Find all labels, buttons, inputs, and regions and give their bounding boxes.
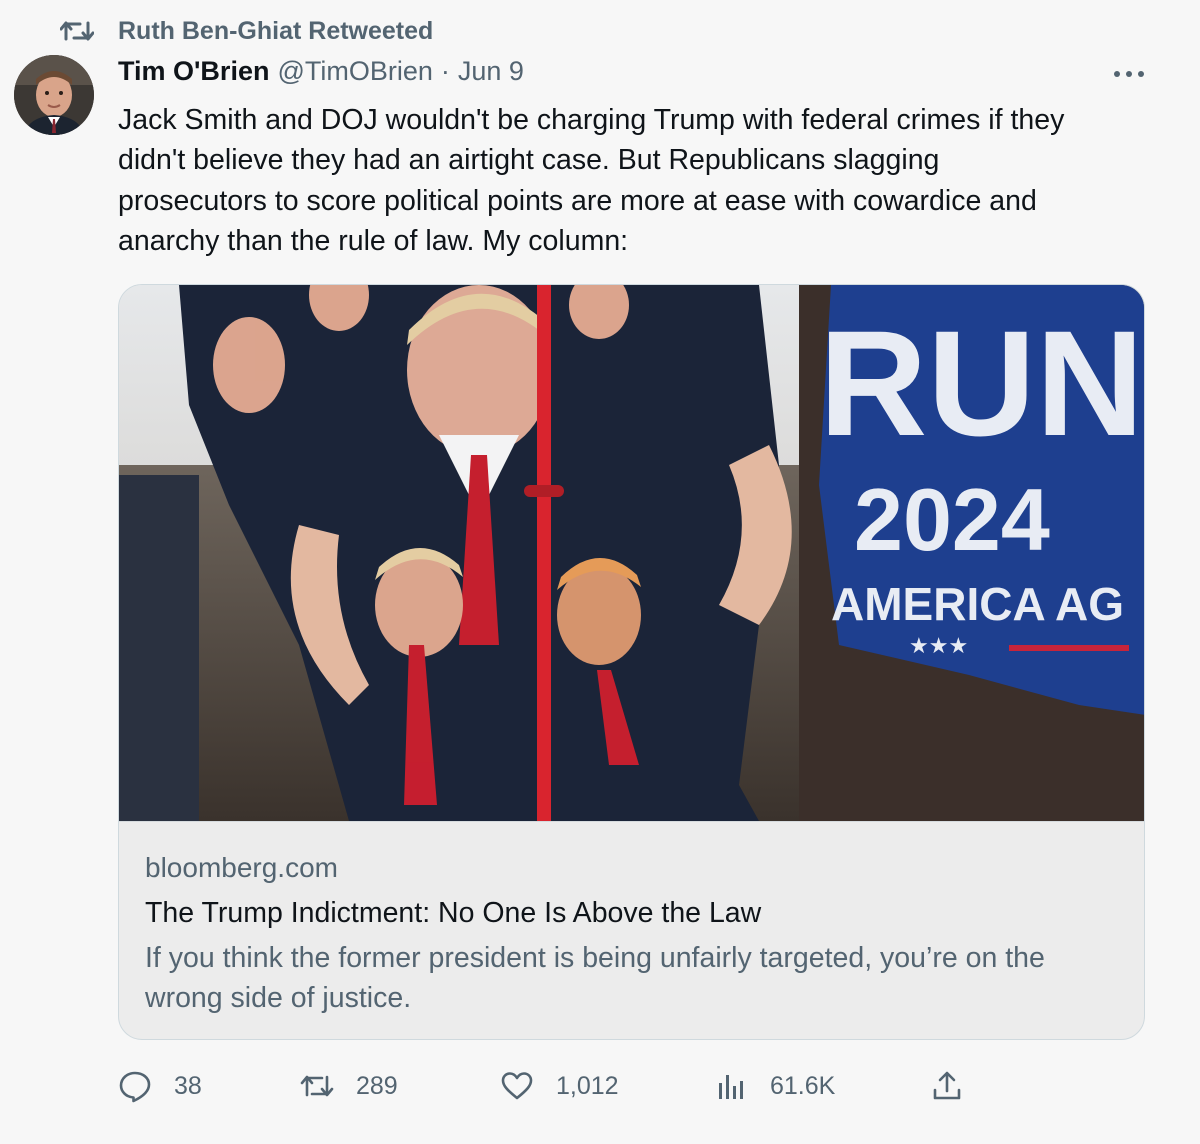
card-description: If you think the former president is bei… bbox=[145, 942, 1045, 1014]
share-icon bbox=[933, 1071, 961, 1100]
tweet-date[interactable]: Jun 9 bbox=[458, 56, 524, 87]
views-count: 61.6K bbox=[770, 1071, 836, 1100]
card-image[interactable]: RUN 2024 AMERICA AG ★★★ bbox=[119, 285, 1144, 821]
retweet-banner[interactable]: Ruth Ben-Ghiat Retweeted bbox=[60, 14, 433, 48]
author-name[interactable]: Tim O'Brien bbox=[118, 56, 269, 87]
reply-button[interactable]: 38 bbox=[118, 1066, 202, 1106]
more-icon[interactable] bbox=[1114, 62, 1144, 86]
retweet-icon bbox=[60, 21, 94, 41]
retweet-button[interactable]: 289 bbox=[300, 1066, 398, 1106]
flag-text-bottom: AMERICA AG bbox=[831, 578, 1124, 630]
card-title: The Trump Indictment: No One Is Above th… bbox=[145, 897, 762, 929]
avatar[interactable] bbox=[14, 55, 94, 135]
like-count: 1,012 bbox=[556, 1071, 619, 1100]
flag-text-year: 2024 bbox=[854, 470, 1050, 569]
tweet-header: Tim O'Brien @TimOBrien · Jun 9 bbox=[118, 56, 524, 94]
like-button[interactable]: 1,012 bbox=[500, 1066, 619, 1106]
reply-icon bbox=[119, 1071, 151, 1103]
flag-text-top: RUN bbox=[819, 299, 1144, 467]
views-icon bbox=[719, 1075, 743, 1099]
action-bar: 38 289 1,012 61.6K bbox=[118, 1066, 978, 1106]
card-domain: bloomberg.com bbox=[145, 852, 338, 883]
retweet-count: 289 bbox=[356, 1071, 398, 1100]
heart-icon bbox=[501, 1072, 533, 1100]
link-card[interactable]: RUN 2024 AMERICA AG ★★★ bloomberg.com Th… bbox=[118, 284, 1145, 1040]
author-handle[interactable]: @TimOBrien bbox=[277, 56, 432, 87]
retweet-icon bbox=[300, 1075, 334, 1097]
separator-dot: · bbox=[440, 56, 450, 86]
reply-count: 38 bbox=[174, 1071, 202, 1100]
card-body[interactable]: bloomberg.com The Trump Indictment: No O… bbox=[119, 821, 1144, 1039]
retweet-banner-label: Ruth Ben-Ghiat Retweeted bbox=[118, 16, 434, 45]
svg-text:★★★: ★★★ bbox=[909, 634, 968, 659]
views-button[interactable]: 61.6K bbox=[714, 1066, 835, 1106]
tweet-text: Jack Smith and DOJ wouldn't be charging … bbox=[118, 104, 1065, 257]
share-button[interactable] bbox=[930, 1066, 964, 1106]
